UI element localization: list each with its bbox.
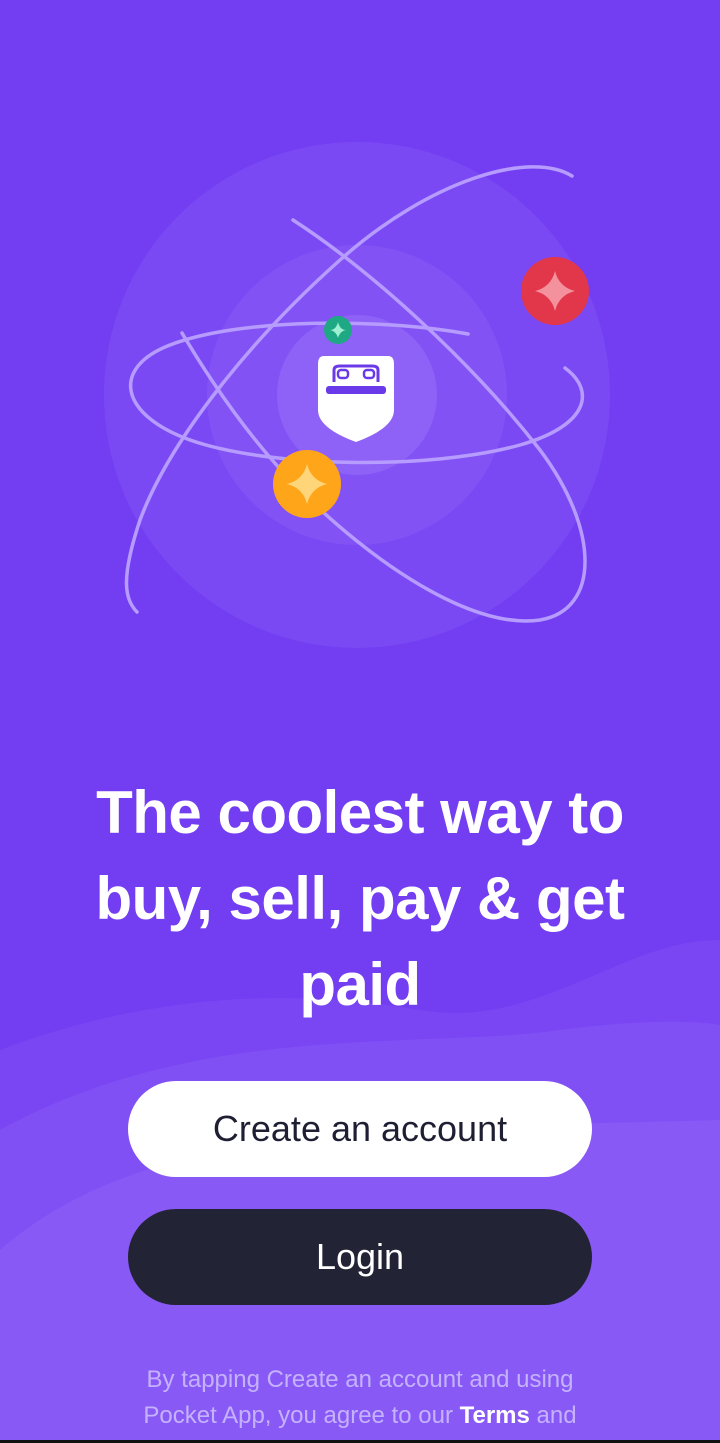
green-sparkle-coin-icon [324, 316, 352, 344]
legal-line-2: Pocket App, you agree to our Terms and [100, 1398, 620, 1434]
legal-line-2-suffix: and [529, 1402, 577, 1429]
legal-text: By tapping Create an account and using P… [100, 1362, 620, 1434]
create-account-button[interactable]: Create an account [128, 1081, 592, 1177]
login-button[interactable]: Login [128, 1209, 592, 1305]
legal-line-1: By tapping Create an account and using [146, 1366, 574, 1393]
onboarding-screen: The coolest way to buy, sell, pay & get … [0, 0, 720, 1443]
yellow-sparkle-coin-icon [273, 450, 341, 518]
hero-illustration [104, 142, 610, 648]
red-sparkle-coin-icon [521, 257, 589, 325]
headline: The coolest way to buy, sell, pay & get … [95, 779, 625, 1018]
legal-line-2-prefix: Pocket App, you agree to our [143, 1402, 460, 1429]
terms-link[interactable]: Terms [460, 1402, 530, 1429]
